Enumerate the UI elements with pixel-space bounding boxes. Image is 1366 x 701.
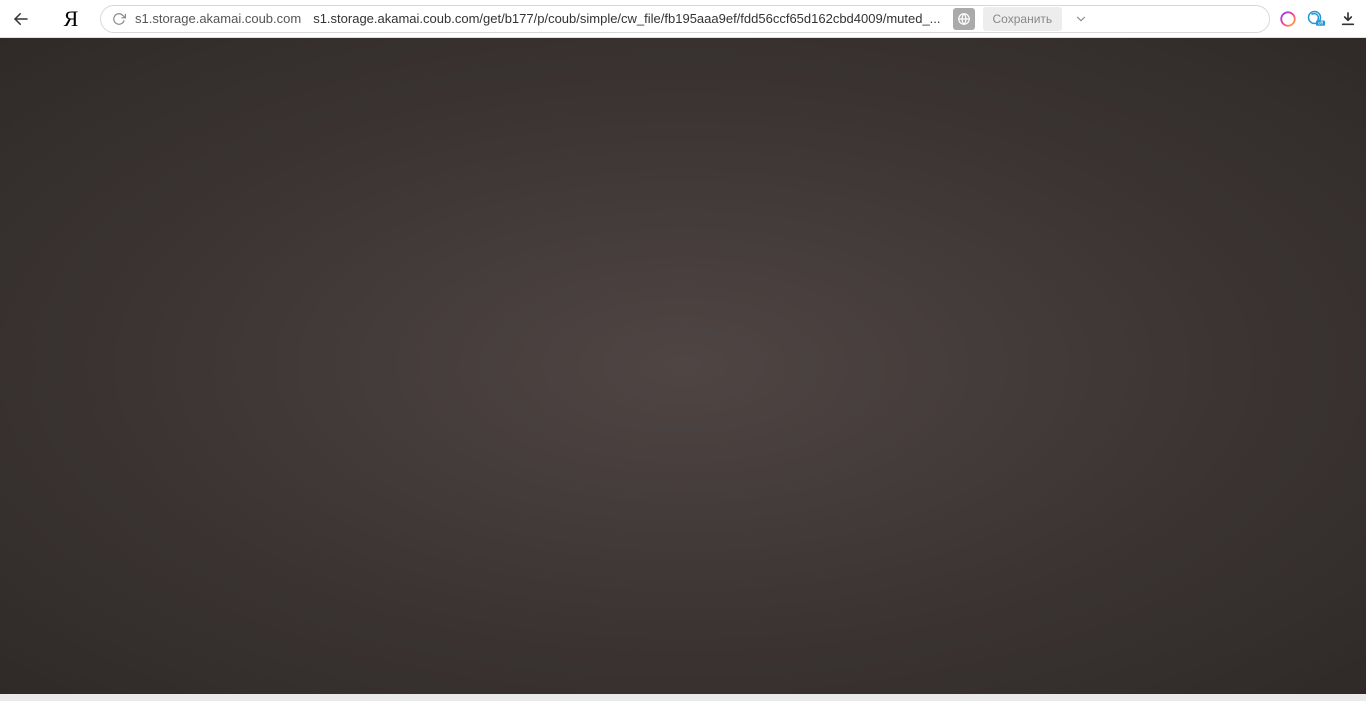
address-bar[interactable]: s1.storage.akamai.coub.com s1.storage.ak… <box>100 5 1270 33</box>
alice-icon <box>1279 10 1297 28</box>
extension-alice-button[interactable] <box>1278 9 1298 29</box>
arrow-left-icon <box>12 10 30 28</box>
taskbar-edge <box>0 694 1366 701</box>
svg-text:off: off <box>1318 20 1324 25</box>
url-domain: s1.storage.akamai.coub.com <box>135 11 301 26</box>
translate-button[interactable] <box>953 8 975 30</box>
chevron-down-icon <box>1074 12 1088 26</box>
save-button[interactable]: Сохранить <box>983 7 1063 31</box>
save-dropdown-button[interactable] <box>1070 8 1092 30</box>
browser-toolbar: Я s1.storage.akamai.coub.com s1.storage.… <box>0 0 1366 38</box>
reload-button[interactable] <box>111 11 127 27</box>
back-button[interactable] <box>8 6 34 32</box>
video-content-area[interactable] <box>0 38 1366 694</box>
adblock-icon: off <box>1307 10 1325 28</box>
translate-icon <box>957 12 971 26</box>
download-icon <box>1340 11 1356 27</box>
url-path: s1.storage.akamai.coub.com/get/b177/p/co… <box>313 11 940 26</box>
downloads-button[interactable] <box>1338 9 1358 29</box>
yandex-logo[interactable]: Я <box>58 6 84 32</box>
reload-icon <box>112 12 126 26</box>
save-button-label: Сохранить <box>993 12 1053 26</box>
extension-adblock-button[interactable]: off <box>1306 9 1326 29</box>
